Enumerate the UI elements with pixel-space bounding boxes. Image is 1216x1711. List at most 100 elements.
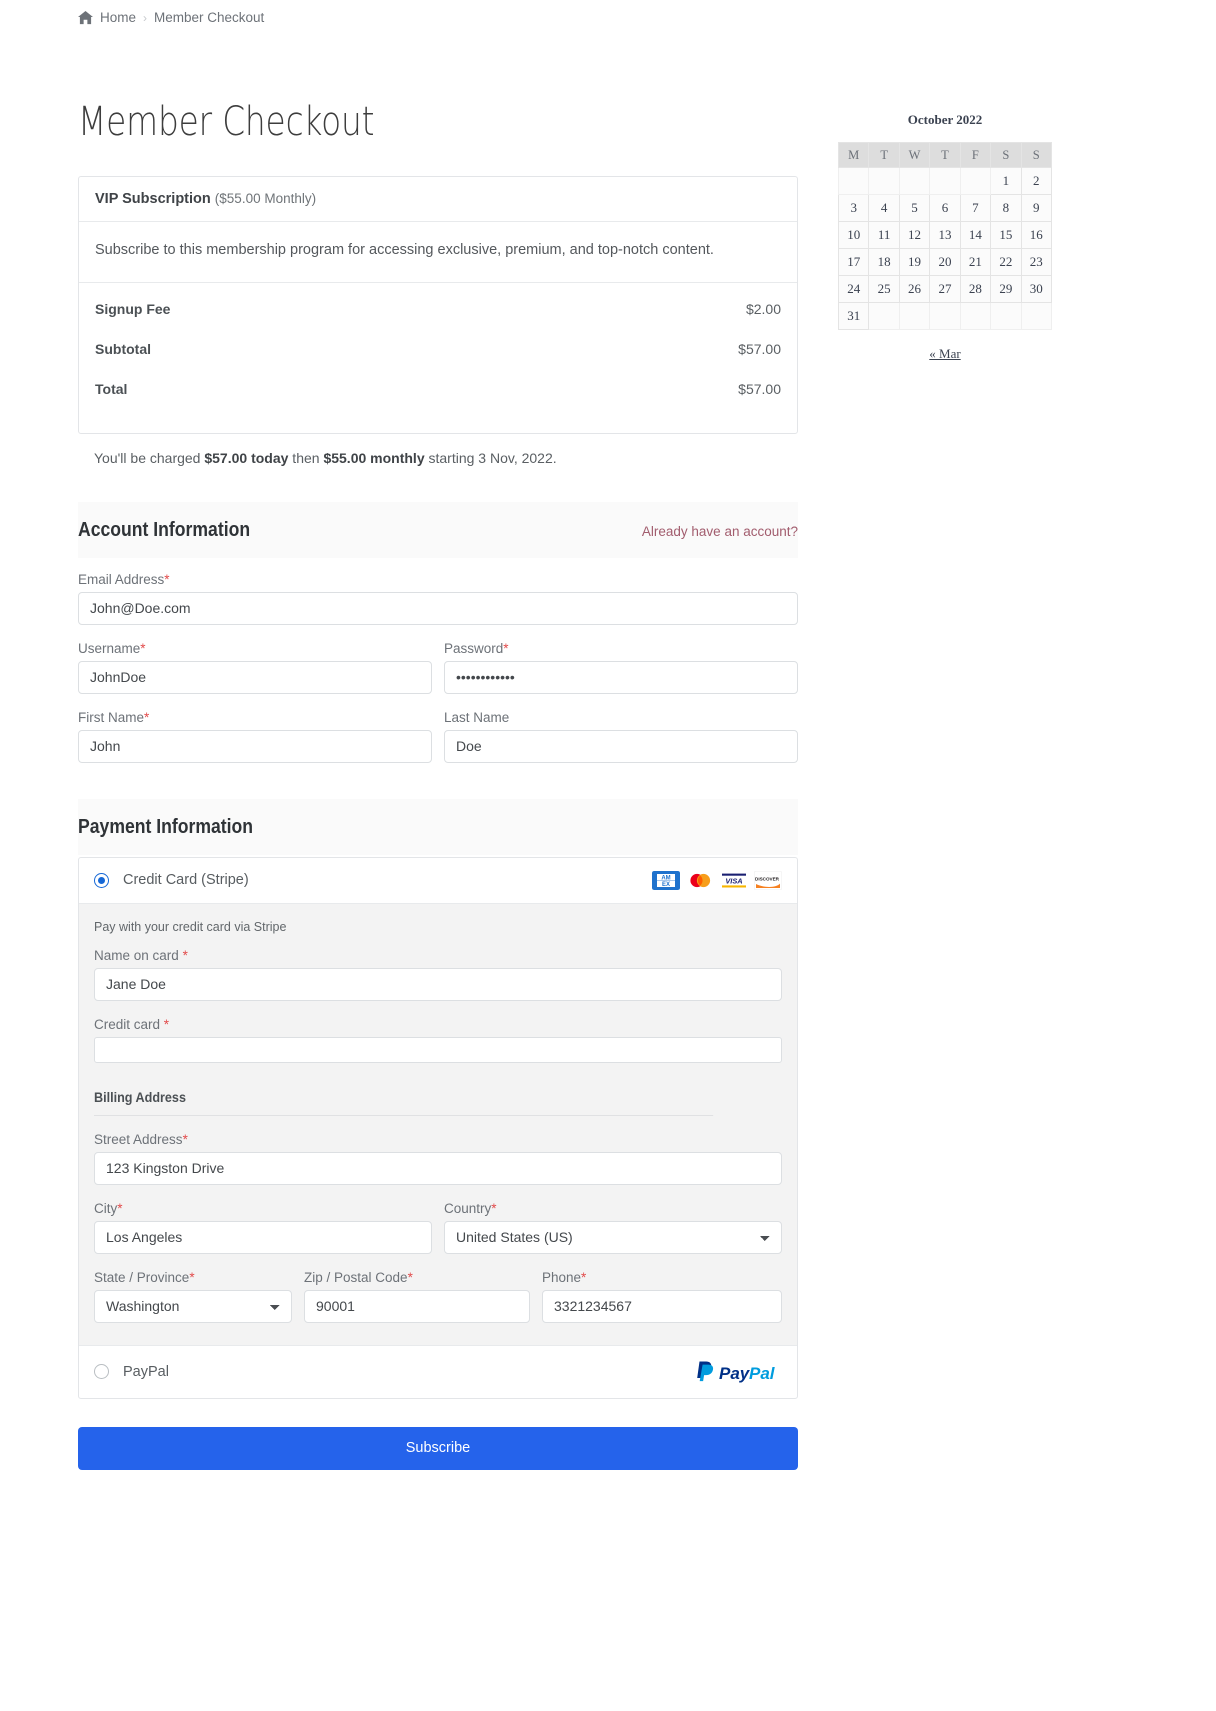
required-marker: * bbox=[140, 640, 146, 656]
calendar-day: 30 bbox=[1020, 275, 1053, 303]
email-field-group: Email Address* bbox=[78, 572, 798, 625]
calendar-weekday: F bbox=[959, 142, 992, 168]
subscribe-button[interactable]: Subscribe bbox=[78, 1426, 798, 1470]
table-row: Subtotal $57.00 bbox=[79, 329, 797, 369]
amex-icon: AM EX bbox=[652, 870, 680, 890]
city-label: City* bbox=[94, 1201, 432, 1216]
calendar-weekday: S bbox=[990, 142, 1022, 168]
zip-label: Zip / Postal Code* bbox=[304, 1270, 530, 1285]
country-label-text: Country bbox=[444, 1200, 492, 1216]
calendar-day: 28 bbox=[959, 275, 992, 303]
calendar-widget: October 2022 M T W T F S S 1 2 3 4 5 6 7… bbox=[837, 112, 1053, 362]
svg-text:DISCOVER: DISCOVER bbox=[755, 876, 780, 881]
first-name-label: First Name* bbox=[78, 710, 432, 725]
breadcrumb-home-link[interactable]: Home bbox=[100, 10, 136, 25]
first-name-field[interactable] bbox=[78, 729, 432, 763]
calendar-week-row: 31 bbox=[837, 302, 1053, 330]
gateway-option-paypal[interactable]: PayPal Pay Pal bbox=[79, 1346, 797, 1398]
calendar-weekday: S bbox=[1020, 142, 1053, 168]
name-on-card-field[interactable] bbox=[94, 967, 782, 1001]
calendar-day bbox=[959, 302, 992, 330]
required-marker: * bbox=[163, 1016, 170, 1032]
already-have-account-link[interactable]: Already have an account? bbox=[642, 524, 798, 539]
charge-recurring-amount: $55.00 monthly bbox=[323, 449, 425, 466]
charge-note-prefix: You'll be charged bbox=[94, 449, 205, 466]
city-field[interactable] bbox=[94, 1220, 432, 1254]
charge-note: You'll be charged $57.00 today then $55.… bbox=[94, 450, 798, 466]
calendar-day: 20 bbox=[929, 248, 961, 276]
accepted-card-icons: AM EX VISA DISCOVER bbox=[652, 870, 782, 890]
calendar-day: 16 bbox=[1020, 221, 1053, 249]
email-field[interactable] bbox=[78, 591, 798, 625]
calendar-day bbox=[837, 167, 870, 195]
street-address-label-text: Street Address bbox=[94, 1131, 183, 1147]
calendar-day: 29 bbox=[990, 275, 1022, 303]
calendar-day bbox=[929, 167, 961, 195]
zip-label-text: Zip / Postal Code bbox=[304, 1269, 408, 1285]
required-marker: * bbox=[182, 1131, 188, 1147]
home-icon[interactable] bbox=[78, 10, 93, 25]
username-field[interactable] bbox=[78, 660, 432, 694]
mastercard-icon bbox=[686, 870, 714, 890]
name-on-card-label-text: Name on card bbox=[94, 947, 179, 963]
calendar-weekday: T bbox=[868, 142, 900, 168]
password-label: Password* bbox=[444, 641, 798, 656]
credit-card-label: Credit card * bbox=[94, 1017, 782, 1032]
zip-group: Zip / Postal Code* bbox=[304, 1270, 530, 1323]
password-label-text: Password bbox=[444, 640, 504, 656]
phone-label: Phone* bbox=[542, 1270, 782, 1285]
level-description: Subscribe to this membership program for… bbox=[79, 222, 797, 283]
calendar-day: 19 bbox=[898, 248, 931, 276]
payment-gateways: Credit Card (Stripe) AM EX VISA DISCOVER… bbox=[78, 856, 798, 1399]
state-select[interactable]: Washington bbox=[94, 1289, 292, 1323]
payment-information-header: Payment Information bbox=[78, 798, 798, 855]
calendar-caption: October 2022 bbox=[907, 112, 983, 127]
total-label: Subtotal bbox=[95, 340, 151, 357]
required-marker: * bbox=[503, 640, 509, 656]
total-value: $57.00 bbox=[738, 340, 781, 357]
required-marker: * bbox=[182, 947, 188, 963]
calendar-day bbox=[1020, 302, 1053, 330]
state-group: State / Province* Washington bbox=[94, 1270, 292, 1323]
street-address-label: Street Address* bbox=[94, 1132, 782, 1147]
name-on-card-group: Name on card * bbox=[94, 948, 782, 1001]
city-group: City* bbox=[94, 1201, 432, 1254]
calendar-weekday: M bbox=[837, 142, 870, 168]
credit-card-field[interactable] bbox=[94, 1036, 782, 1063]
radio-paypal[interactable] bbox=[94, 1364, 109, 1380]
account-information-header: Account Information Already have an acco… bbox=[78, 501, 798, 558]
username-label: Username* bbox=[78, 641, 432, 656]
last-name-label-text: Last Name bbox=[444, 709, 510, 725]
zip-field[interactable] bbox=[304, 1289, 530, 1323]
calendar-day: 25 bbox=[868, 275, 900, 303]
calendar-weekday: W bbox=[898, 142, 931, 168]
password-field[interactable] bbox=[444, 660, 798, 694]
radio-stripe[interactable] bbox=[94, 872, 109, 888]
calendar-day: 15 bbox=[990, 221, 1022, 249]
breadcrumb-separator: › bbox=[143, 10, 148, 25]
calendar-day: 13 bbox=[929, 221, 961, 249]
level-header: VIP Subscription ($55.00 Monthly) bbox=[79, 177, 797, 222]
calendar-day bbox=[959, 167, 992, 195]
country-select[interactable]: United States (US) bbox=[444, 1220, 782, 1254]
calendar-prev-link[interactable]: « Mar bbox=[929, 346, 960, 361]
breadcrumb: Home › Member Checkout bbox=[78, 10, 264, 25]
calendar-day: 4 bbox=[868, 194, 900, 222]
calendar-day bbox=[898, 302, 931, 330]
username-field-group: Username* bbox=[78, 641, 432, 694]
calendar-day: 11 bbox=[868, 221, 900, 249]
street-address-field[interactable] bbox=[94, 1151, 782, 1185]
phone-group: Phone* bbox=[542, 1270, 782, 1323]
gateway-option-stripe[interactable]: Credit Card (Stripe) AM EX VISA DISCOVER bbox=[79, 858, 797, 904]
calendar-day: 10 bbox=[837, 221, 870, 249]
country-group: Country* United States (US) bbox=[444, 1201, 782, 1254]
page-section-title: Account Information bbox=[78, 518, 251, 541]
name-row: First Name* Last Name bbox=[78, 710, 798, 763]
calendar-day bbox=[929, 302, 961, 330]
username-label-text: Username bbox=[78, 640, 141, 656]
last-name-field[interactable] bbox=[444, 729, 798, 763]
city-country-row: City* Country* United States (US) bbox=[94, 1201, 782, 1254]
calendar-day bbox=[898, 167, 931, 195]
required-marker: * bbox=[144, 709, 150, 725]
phone-field[interactable] bbox=[542, 1289, 782, 1323]
